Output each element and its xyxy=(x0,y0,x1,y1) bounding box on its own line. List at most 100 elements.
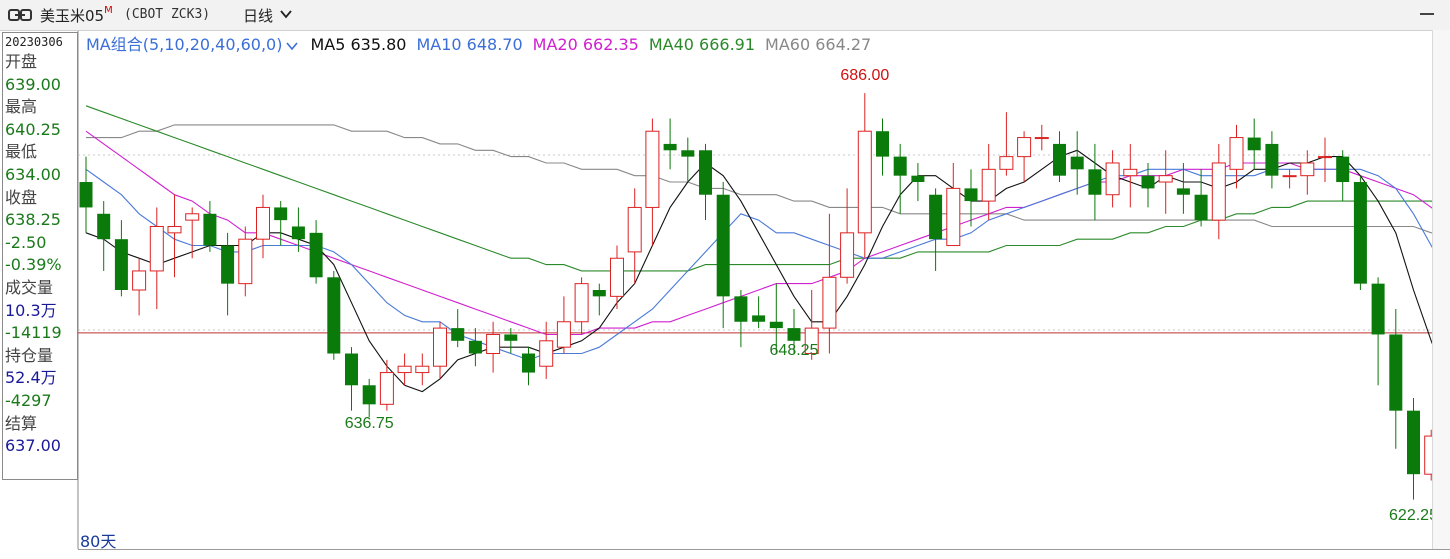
candle xyxy=(310,220,323,284)
candle-body xyxy=(1035,138,1048,139)
candle-body xyxy=(1106,163,1119,195)
right-scrollbar[interactable] xyxy=(1432,30,1450,550)
candle xyxy=(717,182,730,328)
candle-body xyxy=(327,277,340,353)
open-interest-label: 持仓量 xyxy=(3,345,77,368)
volume-value: 10.3万 xyxy=(3,300,77,323)
close-value: 638.25 xyxy=(3,209,77,232)
candle xyxy=(841,188,854,283)
candle xyxy=(540,322,553,379)
candle xyxy=(611,246,624,310)
price-annotation: 622.25 xyxy=(1389,507,1438,524)
candle xyxy=(363,379,376,417)
candle-body xyxy=(894,157,907,176)
ma5-legend: MA5 635.80 xyxy=(310,35,406,54)
instrument-code: (CBOT ZCK3) xyxy=(124,7,210,22)
candle xyxy=(575,277,588,334)
chart-grid xyxy=(78,30,1450,549)
candle xyxy=(929,188,942,271)
moving-average-lines xyxy=(86,106,1450,412)
chevron-down-icon[interactable] xyxy=(279,7,293,21)
low-value: 634.00 xyxy=(3,164,77,187)
candle xyxy=(239,226,252,296)
candle-body xyxy=(1142,176,1155,189)
ma40-legend: MA40 666.91 xyxy=(649,35,755,54)
candle xyxy=(257,195,270,259)
minimize-button[interactable] xyxy=(1420,13,1434,15)
candle-body xyxy=(345,354,358,386)
candle xyxy=(1212,144,1225,239)
candle xyxy=(628,188,641,283)
candle-body xyxy=(80,182,93,207)
candle xyxy=(1283,169,1296,188)
candle-body xyxy=(770,322,783,328)
open-label: 开盘 xyxy=(3,51,77,74)
price-chart[interactable]: 686.00636.75648.25622.25 xyxy=(0,0,1450,558)
ma60-legend: MA60 664.27 xyxy=(765,35,871,54)
candle-body xyxy=(876,131,889,156)
ma-combo-selector[interactable]: MA组合(5,10,20,40,60,0) xyxy=(86,35,282,54)
title-superscript: M xyxy=(104,5,113,16)
candle xyxy=(646,119,659,246)
candle-body xyxy=(150,226,163,270)
candle-body xyxy=(380,373,393,405)
link-icon[interactable] xyxy=(8,7,32,23)
candle-body xyxy=(310,233,323,277)
candle xyxy=(911,163,924,201)
candle-body xyxy=(434,328,447,366)
candle-body xyxy=(628,207,641,251)
candle-body xyxy=(363,385,376,404)
candle xyxy=(557,296,570,353)
candle xyxy=(203,201,216,252)
candle-body xyxy=(557,322,570,347)
candle-body xyxy=(1354,182,1367,284)
candle-body xyxy=(239,239,252,283)
high-label: 最高 xyxy=(3,96,77,119)
candle-body xyxy=(416,366,429,372)
candle xyxy=(1389,309,1402,449)
candle-body xyxy=(1265,144,1278,176)
candle-body xyxy=(1248,138,1261,151)
candle-body xyxy=(681,150,694,156)
candle xyxy=(1106,150,1119,207)
candle xyxy=(327,271,340,360)
candlestick-series xyxy=(80,93,1450,499)
candle-body xyxy=(593,290,606,296)
candle xyxy=(699,144,712,220)
candle xyxy=(1124,144,1137,208)
candle-body xyxy=(575,284,588,322)
candle-body xyxy=(1195,195,1208,220)
chevron-down-icon[interactable] xyxy=(286,41,298,51)
candle-body xyxy=(221,246,234,284)
price-annotation: 648.25 xyxy=(770,342,819,359)
candle-body xyxy=(257,207,270,239)
candle-body xyxy=(487,334,500,353)
candle-body xyxy=(1177,188,1190,194)
candle xyxy=(1248,119,1261,170)
candle xyxy=(345,347,358,411)
candle xyxy=(1319,138,1332,182)
ma-legend: MA组合(5,10,20,40,60,0)MA5 635.80MA10 648.… xyxy=(86,31,881,55)
candle xyxy=(115,220,128,296)
candle xyxy=(1071,131,1084,195)
period-selector[interactable]: 日线 xyxy=(243,5,273,26)
candle xyxy=(1407,398,1420,500)
candle xyxy=(1159,150,1172,214)
ma5-line xyxy=(86,150,1450,412)
candle xyxy=(487,322,500,373)
candle-body xyxy=(752,315,765,321)
candle xyxy=(469,328,482,366)
candle-body xyxy=(203,214,216,246)
candle-body xyxy=(734,296,747,321)
candle-body xyxy=(1088,169,1101,194)
settle-value: 637.00 xyxy=(3,435,77,458)
volume-change-value: -14119 xyxy=(3,322,77,345)
candle xyxy=(1354,176,1367,290)
candle-body xyxy=(274,207,287,220)
candle xyxy=(522,347,535,385)
high-value: 640.25 xyxy=(3,119,77,142)
candle-body xyxy=(504,334,517,340)
candle-body xyxy=(1319,157,1332,158)
candle xyxy=(1018,131,1031,182)
candle xyxy=(681,138,694,182)
